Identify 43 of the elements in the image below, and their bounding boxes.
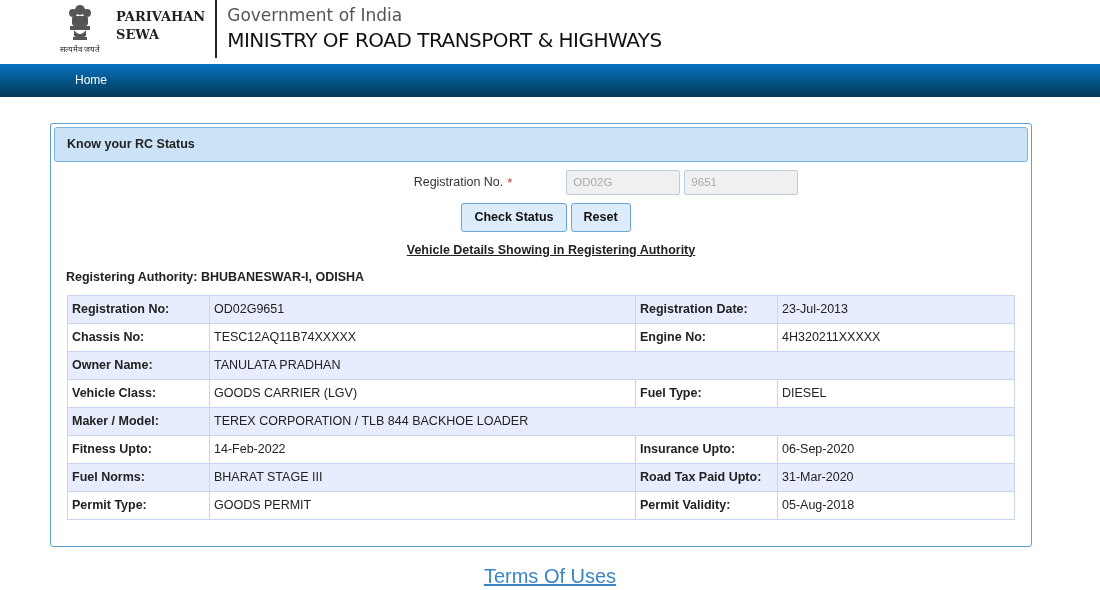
field-value: 4H320211XXXXX	[777, 323, 1015, 352]
field-label: Insurance Upto:	[635, 435, 778, 464]
field-value: GOODS PERMIT	[209, 491, 636, 520]
government-subtitle: Government of India	[227, 4, 404, 26]
field-label: Permit Type:	[67, 491, 210, 520]
field-label: Fitness Upto:	[67, 435, 210, 464]
field-label: Fuel Type:	[635, 379, 778, 408]
field-label: Road Tax Paid Upto:	[635, 463, 778, 492]
motto-text: सत्यमेव जयते	[59, 46, 101, 54]
emblem-icon	[67, 4, 93, 42]
field-label: Engine No:	[635, 323, 778, 352]
field-value: 14-Feb-2022	[209, 435, 636, 464]
panel-heading: Know your RC Status	[54, 127, 1028, 162]
brand-name: SEWA	[116, 26, 161, 44]
nav-link[interactable]: Home	[75, 64, 107, 97]
field-label: Owner Name:	[67, 351, 210, 380]
field-value: DIESEL	[777, 379, 1015, 408]
field-label: Permit Validity:	[635, 491, 778, 520]
ministry-title: MINISTRY OF ROAD TRANSPORT & HIGHWAYS	[227, 27, 662, 54]
field-value: OD02G9651	[209, 295, 636, 324]
field-value: 05-Aug-2018	[777, 491, 1015, 520]
terms-link[interactable]: Terms Of Uses	[483, 565, 617, 587]
field-value: 23-Jul-2013	[777, 295, 1015, 324]
required-mark: *	[507, 173, 513, 192]
field-label: Registration Date:	[635, 295, 778, 324]
field-value: BHARAT STAGE III	[209, 463, 636, 492]
field-value: 06-Sep-2020	[777, 435, 1015, 464]
field-label: Maker / Model:	[67, 407, 210, 436]
field-value: TANULATA PRADHAN	[209, 351, 1015, 380]
field-label: Chassis No:	[67, 323, 210, 352]
field-value: TESC12AQ11B74XXXXX	[209, 323, 636, 352]
check-status-button[interactable]: Check Status	[461, 202, 567, 232]
field-value: 31-Mar-2020	[777, 463, 1015, 492]
details-link[interactable]: Vehicle Details Showing in Registering Authority	[406, 242, 696, 257]
field-label: Fuel Norms:	[67, 463, 210, 492]
authority-text: Registering Authority: BHUBANESWAR-I, ODISHA	[65, 270, 365, 285]
field-label: Vehicle Class:	[67, 379, 210, 408]
field-label: Registration No:	[67, 295, 210, 324]
field-value: TEREX CORPORATION / TLB 844 BACKHOE LOADER	[209, 407, 1015, 436]
field-label: Registration No.	[413, 173, 504, 191]
reset-button[interactable]: Reset	[570, 202, 631, 232]
field-value: GOODS CARRIER (LGV)	[209, 379, 636, 408]
brand-name: PARIVAHAN	[116, 8, 206, 26]
